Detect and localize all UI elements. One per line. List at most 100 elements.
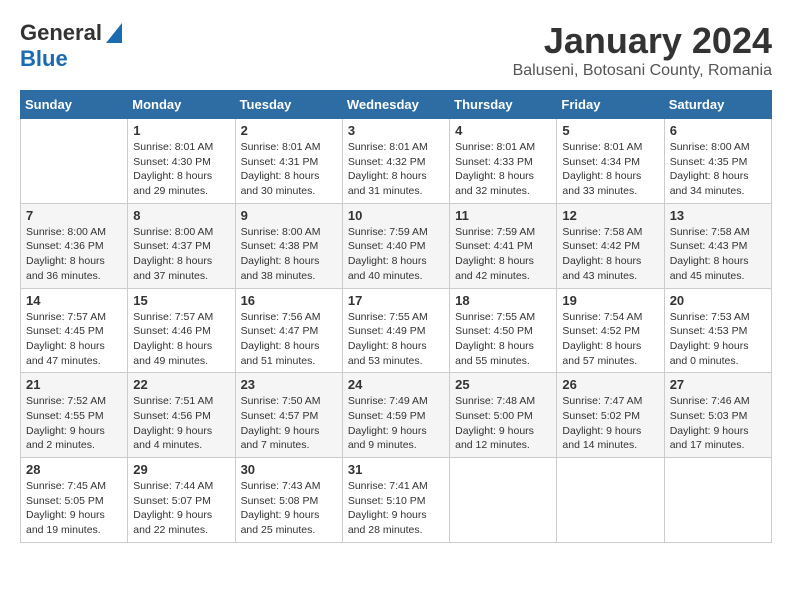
- calendar-cell: [21, 119, 128, 204]
- calendar-cell: 31Sunrise: 7:41 AMSunset: 5:10 PMDayligh…: [342, 458, 449, 543]
- calendar-cell: 26 Sunrise: 7:47 AMSunset: 5:02 PMDayligh…: [557, 373, 664, 458]
- day-number: 14: [26, 293, 122, 308]
- day-info: Sunrise: 8:00 AMSunset: 4:36 PMDaylight:…: [26, 225, 122, 284]
- weekday-wednesday: Wednesday: [342, 91, 449, 119]
- calendar-cell: 22Sunrise: 7:51 AMSunset: 4:56 PMDayligh…: [128, 373, 235, 458]
- calendar-cell: 5 Sunrise: 8:01 AMSunset: 4:34 PMDaylight…: [557, 119, 664, 204]
- month-title: January 2024: [513, 20, 772, 62]
- weekday-tuesday: Tuesday: [235, 91, 342, 119]
- calendar-cell: 28 Sunrise: 7:45 AMSunset: 5:05 PMDayligh…: [21, 458, 128, 543]
- day-info: Sunrise: 7:53 AMSunset: 4:53 PMDaylight:…: [670, 310, 766, 369]
- day-number: 25: [455, 377, 551, 392]
- day-info: Sunrise: 7:46 AMSunset: 5:03 PMDaylight:…: [670, 394, 766, 453]
- calendar-cell: 18 Sunrise: 7:55 AMSunset: 4:50 PMDayligh…: [450, 288, 557, 373]
- location-title: Baluseni, Botosani County, Romania: [513, 62, 772, 80]
- calendar-cell: 25Sunrise: 7:48 AMSunset: 5:00 PMDayligh…: [450, 373, 557, 458]
- weekday-header-row: SundayMondayTuesdayWednesdayThursdayFrid…: [21, 91, 772, 119]
- calendar-cell: 20 Sunrise: 7:53 AMSunset: 4:53 PMDayligh…: [664, 288, 771, 373]
- calendar-cell: [557, 458, 664, 543]
- calendar-week-4: 21 Sunrise: 7:52 AMSunset: 4:55 PMDayligh…: [21, 373, 772, 458]
- day-info: Sunrise: 7:47 AMSunset: 5:02 PMDaylight:…: [562, 394, 658, 453]
- day-info: Sunrise: 7:43 AMSunset: 5:08 PMDaylight:…: [241, 479, 337, 538]
- day-info: Sunrise: 7:54 AMSunset: 4:52 PMDaylight:…: [562, 310, 658, 369]
- day-info: Sunrise: 7:58 AMSunset: 4:43 PMDaylight:…: [670, 225, 766, 284]
- day-number: 6: [670, 123, 766, 138]
- day-number: 13: [670, 208, 766, 223]
- calendar-cell: 16 Sunrise: 7:56 AMSunset: 4:47 PMDayligh…: [235, 288, 342, 373]
- logo-blue: Blue: [20, 46, 68, 72]
- day-info: Sunrise: 7:49 AMSunset: 4:59 PMDaylight:…: [348, 394, 444, 453]
- calendar-week-3: 14Sunrise: 7:57 AMSunset: 4:45 PMDayligh…: [21, 288, 772, 373]
- day-info: Sunrise: 7:59 AMSunset: 4:41 PMDaylight:…: [455, 225, 551, 284]
- calendar-body: 1 Sunrise: 8:01 AMSunset: 4:30 PMDaylight…: [21, 119, 772, 543]
- day-info: Sunrise: 8:01 AMSunset: 4:31 PMDaylight:…: [241, 140, 337, 199]
- day-number: 11: [455, 208, 551, 223]
- calendar-cell: 13 Sunrise: 7:58 AMSunset: 4:43 PMDayligh…: [664, 203, 771, 288]
- day-info: Sunrise: 7:56 AMSunset: 4:47 PMDaylight:…: [241, 310, 337, 369]
- day-number: 15: [133, 293, 229, 308]
- weekday-friday: Friday: [557, 91, 664, 119]
- calendar-cell: 23 Sunrise: 7:50 AMSunset: 4:57 PMDayligh…: [235, 373, 342, 458]
- weekday-monday: Monday: [128, 91, 235, 119]
- calendar-cell: 7 Sunrise: 8:00 AMSunset: 4:36 PMDaylight…: [21, 203, 128, 288]
- calendar-cell: 30 Sunrise: 7:43 AMSunset: 5:08 PMDayligh…: [235, 458, 342, 543]
- day-info: Sunrise: 8:01 AMSunset: 4:34 PMDaylight:…: [562, 140, 658, 199]
- weekday-sunday: Sunday: [21, 91, 128, 119]
- day-info: Sunrise: 7:55 AMSunset: 4:50 PMDaylight:…: [455, 310, 551, 369]
- calendar-cell: 8 Sunrise: 8:00 AMSunset: 4:37 PMDaylight…: [128, 203, 235, 288]
- day-info: Sunrise: 7:52 AMSunset: 4:55 PMDaylight:…: [26, 394, 122, 453]
- calendar-cell: 3Sunrise: 8:01 AMSunset: 4:32 PMDaylight…: [342, 119, 449, 204]
- calendar-cell: 17 Sunrise: 7:55 AMSunset: 4:49 PMDayligh…: [342, 288, 449, 373]
- day-number: 19: [562, 293, 658, 308]
- calendar-cell: [450, 458, 557, 543]
- calendar-cell: 2 Sunrise: 8:01 AMSunset: 4:31 PMDaylight…: [235, 119, 342, 204]
- day-number: 21: [26, 377, 122, 392]
- day-info: Sunrise: 8:00 AMSunset: 4:37 PMDaylight:…: [133, 225, 229, 284]
- day-number: 1: [133, 123, 229, 138]
- day-info: Sunrise: 7:45 AMSunset: 5:05 PMDaylight:…: [26, 479, 122, 538]
- day-info: Sunrise: 7:50 AMSunset: 4:57 PMDaylight:…: [241, 394, 337, 453]
- day-info: Sunrise: 8:00 AMSunset: 4:38 PMDaylight:…: [241, 225, 337, 284]
- calendar-week-1: 1 Sunrise: 8:01 AMSunset: 4:30 PMDaylight…: [21, 119, 772, 204]
- weekday-thursday: Thursday: [450, 91, 557, 119]
- day-number: 9: [241, 208, 337, 223]
- calendar-cell: [664, 458, 771, 543]
- day-number: 4: [455, 123, 551, 138]
- day-number: 31: [348, 462, 444, 477]
- day-number: 29: [133, 462, 229, 477]
- day-info: Sunrise: 8:01 AMSunset: 4:30 PMDaylight:…: [133, 140, 229, 199]
- day-number: 20: [670, 293, 766, 308]
- day-number: 30: [241, 462, 337, 477]
- day-number: 12: [562, 208, 658, 223]
- calendar-week-5: 28 Sunrise: 7:45 AMSunset: 5:05 PMDayligh…: [21, 458, 772, 543]
- day-number: 7: [26, 208, 122, 223]
- weekday-saturday: Saturday: [664, 91, 771, 119]
- calendar-cell: 10Sunrise: 7:59 AMSunset: 4:40 PMDayligh…: [342, 203, 449, 288]
- day-number: 5: [562, 123, 658, 138]
- day-number: 8: [133, 208, 229, 223]
- calendar-cell: 15Sunrise: 7:57 AMSunset: 4:46 PMDayligh…: [128, 288, 235, 373]
- calendar-week-2: 7 Sunrise: 8:00 AMSunset: 4:36 PMDaylight…: [21, 203, 772, 288]
- calendar-cell: 12 Sunrise: 7:58 AMSunset: 4:42 PMDayligh…: [557, 203, 664, 288]
- day-number: 17: [348, 293, 444, 308]
- calendar-cell: 29Sunrise: 7:44 AMSunset: 5:07 PMDayligh…: [128, 458, 235, 543]
- title-block: January 2024 Baluseni, Botosani County, …: [513, 20, 772, 80]
- day-number: 2: [241, 123, 337, 138]
- calendar-cell: 9 Sunrise: 8:00 AMSunset: 4:38 PMDaylight…: [235, 203, 342, 288]
- day-number: 22: [133, 377, 229, 392]
- calendar-cell: 6Sunrise: 8:00 AMSunset: 4:35 PMDaylight…: [664, 119, 771, 204]
- day-number: 23: [241, 377, 337, 392]
- logo-general: General: [20, 20, 102, 46]
- day-info: Sunrise: 7:55 AMSunset: 4:49 PMDaylight:…: [348, 310, 444, 369]
- day-info: Sunrise: 7:58 AMSunset: 4:42 PMDaylight:…: [562, 225, 658, 284]
- calendar-cell: 1 Sunrise: 8:01 AMSunset: 4:30 PMDaylight…: [128, 119, 235, 204]
- calendar-cell: 14Sunrise: 7:57 AMSunset: 4:45 PMDayligh…: [21, 288, 128, 373]
- day-number: 28: [26, 462, 122, 477]
- day-number: 18: [455, 293, 551, 308]
- calendar-table: SundayMondayTuesdayWednesdayThursdayFrid…: [20, 90, 772, 543]
- day-number: 26: [562, 377, 658, 392]
- day-number: 16: [241, 293, 337, 308]
- day-info: Sunrise: 8:01 AMSunset: 4:32 PMDaylight:…: [348, 140, 444, 199]
- calendar-cell: 27Sunrise: 7:46 AMSunset: 5:03 PMDayligh…: [664, 373, 771, 458]
- day-number: 24: [348, 377, 444, 392]
